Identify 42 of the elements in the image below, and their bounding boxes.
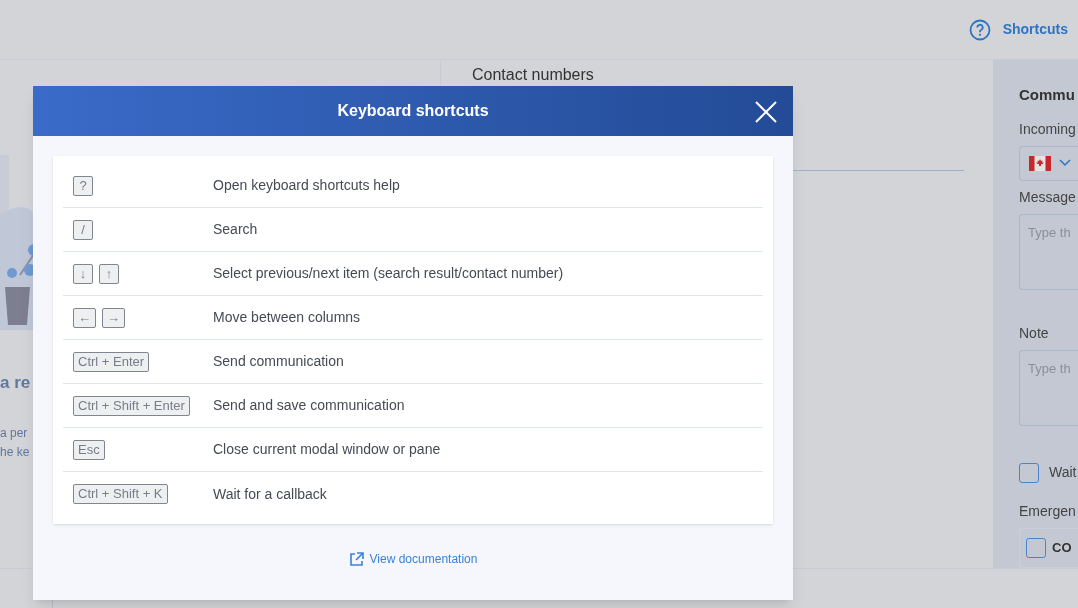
- key-cap: ←: [73, 307, 96, 328]
- country-dropdown[interactable]: [1019, 145, 1078, 182]
- help-icon[interactable]: [968, 18, 991, 41]
- shortcut-description: Wait for a callback: [213, 484, 327, 504]
- shortcut-description: Move between columns: [213, 308, 361, 327]
- close-icon[interactable]: [755, 101, 777, 123]
- shortcut-description: Close current modal window or pane: [213, 440, 441, 459]
- message-field[interactable]: Type th: [1019, 214, 1078, 290]
- field-label: Message: [1019, 188, 1077, 208]
- shortcut-description: Open keyboard shortcuts help: [213, 176, 400, 195]
- note-field[interactable]: Type th: [1019, 349, 1078, 427]
- key-cap: ↓: [73, 263, 93, 284]
- flag-icon: [1029, 155, 1051, 171]
- chevron-icon: [1059, 159, 1071, 168]
- shortcut-description: Search: [213, 220, 258, 239]
- shortcut-description: Send communication: [213, 352, 344, 371]
- description-text: he ke: [0, 443, 31, 461]
- field-label: Emergen: [1019, 502, 1077, 522]
- empty-state-heading: a re: [0, 372, 31, 394]
- shortcut-description: Send and save communication: [213, 396, 405, 415]
- checkbox-label: Wait: [1049, 463, 1077, 483]
- shortcuts-link[interactable]: Shortcuts: [1002, 19, 1068, 40]
- section-heading: Contact numbers: [472, 65, 595, 84]
- field-label: Incoming: [1019, 119, 1077, 139]
- checkbox[interactable]: [1019, 462, 1039, 483]
- key-cap: Ctrl + Enter: [73, 351, 150, 372]
- key-cap: /: [73, 219, 93, 240]
- key-cap: →: [102, 307, 125, 328]
- field-label: Note: [1019, 323, 1050, 343]
- checkbox[interactable]: [1026, 538, 1046, 559]
- key-cap: ↑: [99, 263, 119, 284]
- panel-heading: Commu: [1019, 85, 1076, 105]
- description-text: a per: [0, 424, 29, 442]
- shortcut-description: Select previous/next item (search result/contact number): [213, 264, 564, 283]
- checkbox-label: CO: [1052, 539, 1072, 558]
- key-cap: Ctrl + Shift + Enter: [73, 395, 190, 416]
- key-cap: Esc: [73, 439, 105, 460]
- key-cap: Ctrl + Shift + K: [73, 484, 168, 504]
- external-link-icon: [348, 551, 364, 567]
- key-cap: ?: [73, 175, 93, 196]
- documentation-link[interactable]: View documentation: [348, 550, 478, 568]
- dialog-title: Keyboard shortcuts: [337, 101, 489, 121]
